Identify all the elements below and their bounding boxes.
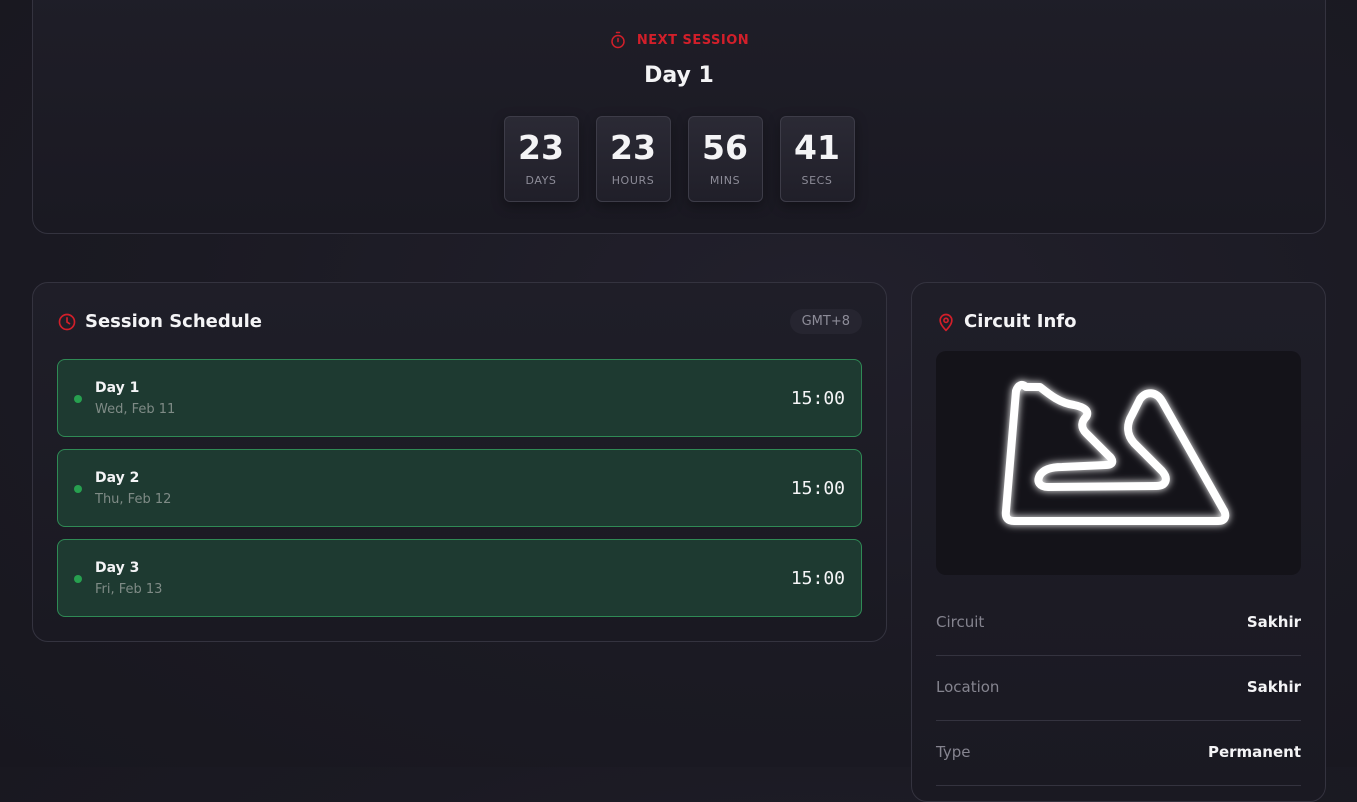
countdown-hours: 23 HOURS (595, 116, 671, 202)
status-dot (74, 485, 82, 493)
session-schedule-card: Session Schedule GMT+8 Day 1 Wed, Feb 11… (32, 282, 887, 642)
circuit-map (936, 351, 1301, 575)
session-item-day-1[interactable]: Day 1 Wed, Feb 11 15:00 (57, 359, 862, 437)
timezone-badge: GMT+8 (789, 309, 862, 334)
circuit-header: Circuit Info (936, 311, 1077, 332)
next-session-card: NEXT SESSION Day 1 23 DAYS 23 HOURS 56 M… (32, 0, 1326, 234)
session-name: Day 3 (95, 560, 140, 576)
schedule-header: Session Schedule (57, 311, 262, 332)
countdown-days: 23 DAYS (503, 116, 579, 202)
countdown-unit: DAYS (525, 174, 557, 187)
info-label: Circuit (936, 613, 985, 631)
info-value: Sakhir (1246, 613, 1301, 631)
session-date: Wed, Feb 11 (95, 402, 176, 417)
next-session-label: NEXT SESSION (636, 32, 750, 48)
circuit-title: Circuit Info (964, 311, 1077, 332)
session-date: Thu, Feb 12 (95, 492, 172, 507)
info-row-location: Location Sakhir (936, 656, 1301, 721)
session-time: 15:00 (790, 388, 845, 409)
countdown-mins: 56 MINS (687, 116, 763, 202)
next-session-header: NEXT SESSION (33, 31, 1325, 49)
circuit-info-card: Circuit Info Circuit Sakhir Location Sak… (911, 282, 1326, 802)
session-item-day-3[interactable]: Day 3 Fri, Feb 13 15:00 (57, 539, 862, 617)
session-name: Day 2 (95, 470, 140, 486)
session-date: Fri, Feb 13 (95, 582, 163, 597)
countdown-unit: SECS (801, 174, 833, 187)
countdown-value: 23 (610, 128, 656, 167)
countdown-timer: 23 DAYS 23 HOURS 56 MINS 41 SECS (33, 116, 1325, 202)
countdown-value: 23 (518, 128, 564, 167)
countdown-unit: MINS (709, 174, 741, 187)
schedule-title: Session Schedule (85, 311, 262, 332)
countdown-secs: 41 SECS (779, 116, 855, 202)
countdown-value: 56 (702, 128, 748, 167)
session-item-day-2[interactable]: Day 2 Thu, Feb 12 15:00 (57, 449, 862, 527)
info-row-type: Type Permanent (936, 721, 1301, 786)
status-dot (74, 575, 82, 583)
countdown-value: 41 (794, 128, 840, 167)
info-label: Type (936, 743, 971, 761)
countdown-unit: HOURS (611, 174, 655, 187)
info-value: Permanent (1207, 743, 1301, 761)
session-name: Day 1 (95, 380, 140, 396)
next-session-title: Day 1 (644, 63, 714, 88)
info-label: Location (936, 678, 1000, 696)
info-row-circuit: Circuit Sakhir (936, 591, 1301, 656)
status-dot (74, 395, 82, 403)
map-pin-icon (939, 313, 953, 331)
info-value: Sakhir (1246, 678, 1301, 696)
session-time: 15:00 (790, 568, 845, 589)
session-time: 15:00 (790, 478, 845, 499)
track-layout-image (1001, 380, 1230, 525)
clock-icon (58, 313, 76, 330)
stopwatch-icon (611, 31, 625, 49)
